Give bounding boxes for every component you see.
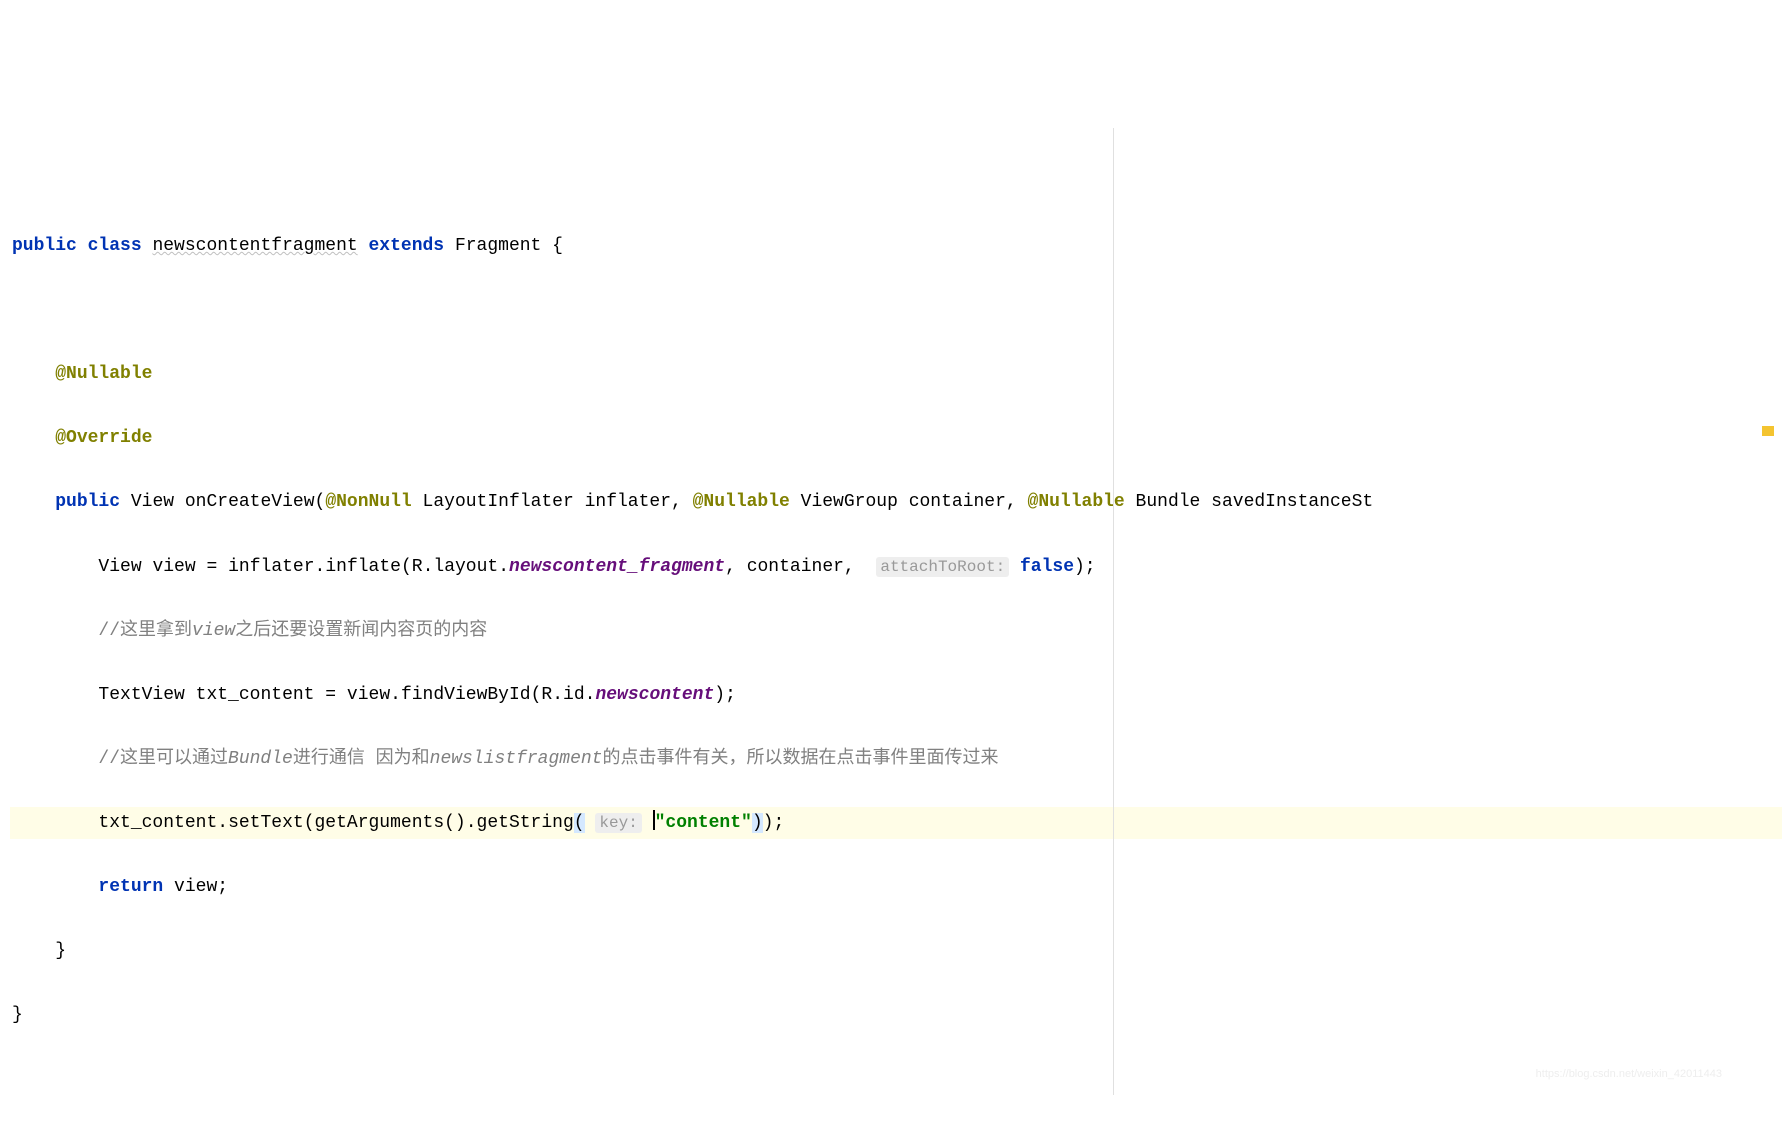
annotation: @NonNull: [325, 492, 411, 512]
code-line[interactable]: //这里拿到view之后还要设置新闻内容页的内容: [10, 615, 1782, 647]
code-line[interactable]: public class newscontentfragment extends…: [10, 230, 1782, 262]
op: =: [325, 685, 336, 705]
method-call: findViewById: [401, 685, 531, 705]
code-line[interactable]: }: [10, 999, 1782, 1031]
method-call: inflate: [325, 557, 401, 577]
return-type: View: [131, 492, 174, 512]
code-line-current[interactable]: txt_content.setText(getArguments().getSt…: [10, 807, 1782, 839]
method-call: getArguments: [315, 813, 445, 833]
watermark: https://blog.csdn.net/weixin_42011443: [1536, 1065, 1722, 1085]
keyword: false: [1020, 557, 1074, 577]
r-sub: id: [563, 685, 585, 705]
close: );: [763, 813, 785, 833]
string-literal: "content": [655, 813, 752, 833]
method-call: getString: [477, 813, 574, 833]
annotation: @Nullable: [1028, 492, 1125, 512]
code-line[interactable]: return view;: [10, 871, 1782, 903]
param-type: LayoutInflater: [423, 492, 574, 512]
brace: }: [12, 1005, 23, 1025]
comment: //这里可以通过Bundle进行通信 因为和newslistfragment的点…: [98, 749, 998, 769]
paren-match: (: [574, 813, 585, 833]
code-line[interactable]: TextView txt_content = view.findViewById…: [10, 679, 1782, 711]
superclass: Fragment: [455, 236, 541, 256]
r-class: R: [541, 685, 552, 705]
param-hint: key:: [595, 813, 641, 833]
code-line[interactable]: }: [10, 935, 1782, 967]
code-editor[interactable]: public class newscontentfragment extends…: [0, 128, 1782, 1095]
param-type: ViewGroup: [801, 492, 898, 512]
method-call: setText: [228, 813, 304, 833]
annotation: @Nullable: [55, 364, 152, 384]
arg: container: [747, 557, 844, 577]
code-line[interactable]: View view = inflater.inflate(R.layout.ne…: [10, 551, 1782, 583]
code-line[interactable]: public View onCreateView(@NonNull Layout…: [10, 486, 1782, 518]
var: view: [174, 877, 217, 897]
keyword: public: [55, 492, 120, 512]
class-name: newscontentfragment: [152, 236, 357, 256]
param-hint: attachToRoot:: [876, 557, 1009, 577]
type: View: [98, 557, 141, 577]
r-sub: layout: [433, 557, 498, 577]
resource-id: newscontent_fragment: [509, 557, 725, 577]
object: view: [347, 685, 390, 705]
type: TextView: [98, 685, 184, 705]
var: txt_content: [196, 685, 315, 705]
comment: //这里拿到view之后还要设置新闻内容页的内容: [98, 621, 487, 641]
code-line[interactable]: [10, 294, 1782, 326]
paren-match: ): [752, 813, 763, 833]
right-margin-line: [1113, 128, 1114, 1095]
annotation: @Nullable: [693, 492, 790, 512]
keyword: return: [98, 877, 163, 897]
keyword: class: [88, 236, 142, 256]
param-name: savedInstanceSt: [1211, 492, 1373, 512]
op: =: [206, 557, 217, 577]
brace: }: [55, 941, 66, 961]
code-line[interactable]: //这里可以通过Bundle进行通信 因为和newslistfragment的点…: [10, 743, 1782, 775]
resource-id: newscontent: [595, 685, 714, 705]
warning-stripe[interactable]: [1762, 426, 1774, 436]
object: txt_content: [98, 813, 217, 833]
method-name: onCreateView: [185, 492, 315, 512]
r-class: R: [412, 557, 423, 577]
var: view: [152, 557, 195, 577]
annotation: @Override: [55, 428, 152, 448]
keyword: extends: [369, 236, 445, 256]
keyword: public: [12, 236, 77, 256]
code-line[interactable]: @Override: [10, 422, 1782, 454]
object: inflater: [228, 557, 314, 577]
brace: {: [552, 236, 563, 256]
code-line[interactable]: @Nullable: [10, 358, 1782, 390]
param-type: Bundle: [1136, 492, 1201, 512]
param-name: container: [909, 492, 1006, 512]
param-name: inflater: [585, 492, 671, 512]
